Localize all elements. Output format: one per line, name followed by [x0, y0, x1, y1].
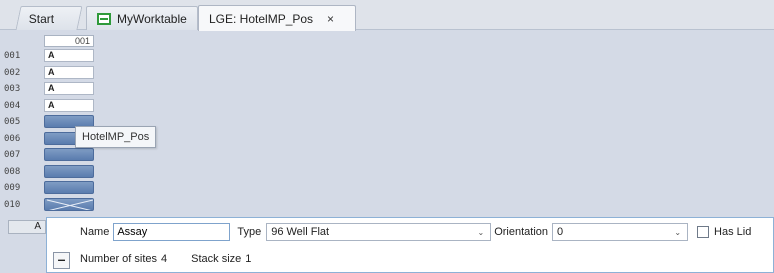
row-label: 006 [4, 133, 21, 144]
grid-cell[interactable]: A [44, 49, 94, 62]
stack-size-label: Stack size [191, 253, 242, 265]
row-label: 008 [4, 166, 21, 177]
row-labels: 001 002 003 004 005 006 007 008 009 010 [4, 48, 38, 213]
grid-cell[interactable]: A [44, 65, 94, 79]
collapse-button[interactable]: – [53, 252, 70, 269]
type-value: 96 Well Flat [271, 226, 330, 238]
tab-myworktable-label: MyWorktable [117, 11, 187, 26]
properties-panel: Name Type 96 Well Flat ⌄ Orientation 0 ⌄… [46, 217, 774, 273]
sites-label: Number of sites [80, 253, 158, 265]
grid-cell-occupied[interactable] [44, 181, 94, 194]
info-row: Number of sites 4 Stack size 1 [80, 253, 251, 265]
stack-size-value: 1 [245, 253, 252, 265]
orientation-value: 0 [557, 226, 564, 238]
tab-myworktable[interactable]: MyWorktable [86, 6, 198, 30]
bottom-tab[interactable]: A [8, 220, 46, 234]
row-label: 010 [4, 199, 21, 210]
sites-value: 4 [161, 253, 168, 265]
tab-lge-hotelmp-pos[interactable]: LGE: HotelMP_Pos × [198, 5, 356, 31]
row-label: 005 [4, 117, 21, 127]
labware-grid: 001 001 002 003 004 005 006 007 008 009 … [0, 31, 774, 214]
row-label: 004 [4, 100, 21, 111]
row-label: 001 [4, 51, 21, 61]
grid-cell-occupied[interactable] [44, 164, 94, 178]
tab-start[interactable]: Start [15, 6, 83, 30]
grid-cell-lid[interactable] [44, 197, 94, 211]
column-header: 001 [44, 35, 94, 47]
row-label: 007 [4, 150, 21, 160]
chevron-down-icon: ⌄ [674, 227, 682, 237]
worktable-icon [97, 12, 111, 25]
close-icon[interactable]: × [327, 12, 334, 26]
type-label: Type [237, 226, 262, 238]
tab-start-label: Start [28, 11, 55, 26]
grid-cell-occupied[interactable] [44, 148, 94, 161]
tooltip: HotelMP_Pos [75, 126, 157, 148]
grid-cell[interactable]: A [44, 98, 94, 112]
row-label: 009 [4, 183, 21, 193]
grid-cell[interactable]: A [44, 82, 94, 95]
lid-cross-icon [46, 199, 93, 210]
row-label: 002 [4, 67, 21, 78]
type-select[interactable]: 96 Well Flat ⌄ [266, 223, 492, 241]
orientation-select[interactable]: 0 ⌄ [552, 223, 689, 241]
row-label: 003 [4, 84, 21, 94]
chevron-down-icon: ⌄ [477, 227, 485, 237]
name-label: Name [80, 226, 110, 238]
orientation-label: Orientation [494, 226, 549, 238]
tab-lge-label: LGE: HotelMP_Pos [209, 11, 314, 26]
has-lid-checkbox[interactable] [697, 226, 710, 238]
name-input[interactable] [113, 223, 231, 241]
properties-row: Name Type 96 Well Flat ⌄ Orientation 0 ⌄… [47, 222, 774, 242]
tab-bar: Start MyWorktable LGE: HotelMP_Pos × [0, 0, 774, 31]
has-lid-label: Has Lid [714, 226, 752, 238]
